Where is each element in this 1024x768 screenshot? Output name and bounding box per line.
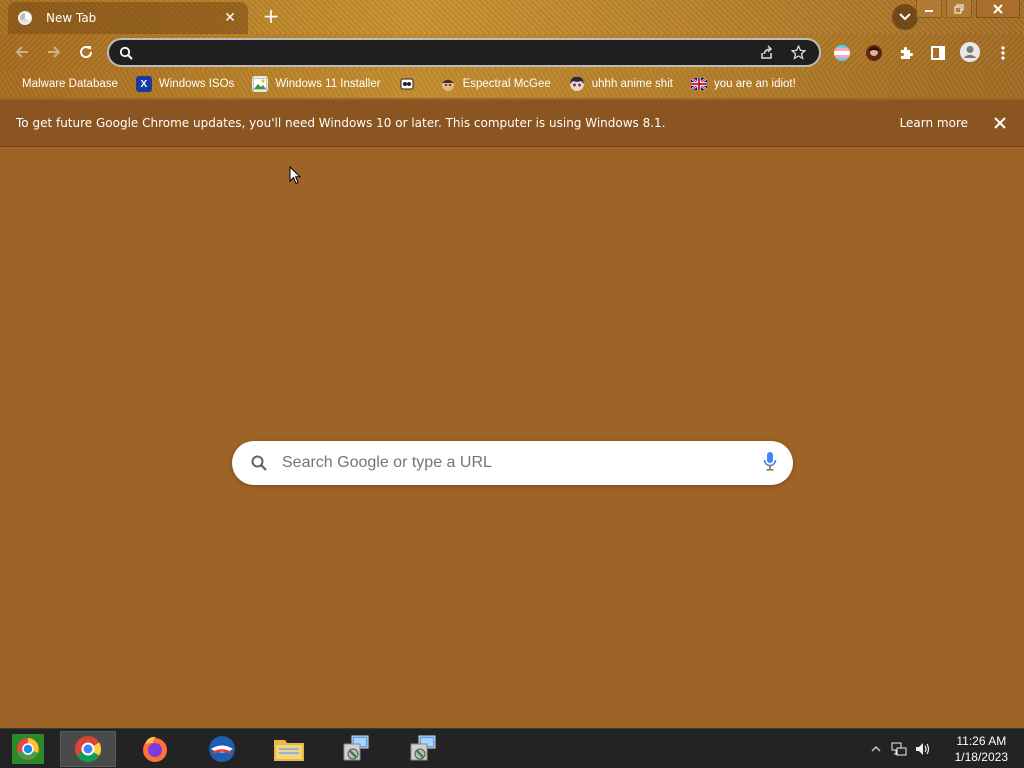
chrome-favicon-icon [18, 11, 32, 25]
speaker-icon [916, 743, 930, 755]
network-icon [891, 742, 907, 756]
bookmark-uhhh-anime-shit[interactable]: uhhh anime shit [563, 72, 679, 96]
taskbar-clock[interactable]: 11:26 AM 1/18/2023 [955, 733, 1008, 765]
bookmark-espectral-mcgee[interactable]: Espectral McGee [434, 72, 557, 96]
close-icon [993, 3, 1003, 14]
reload-button[interactable] [74, 40, 98, 64]
minimize-button[interactable] [916, 0, 942, 18]
omnibox[interactable] [107, 38, 821, 67]
toolbar [0, 34, 1024, 70]
chevron-up-icon [871, 746, 881, 752]
puzzle-extensions-icon[interactable] [895, 42, 917, 64]
x-icon: X [135, 76, 152, 92]
tape-icon [399, 76, 415, 92]
chevron-down-icon [899, 13, 911, 21]
face-icon [440, 76, 456, 92]
reload-icon [80, 46, 93, 59]
voice-search-button[interactable] [763, 451, 777, 475]
arrow-right-icon [48, 46, 61, 58]
restore-icon [954, 4, 964, 13]
bookmark-star-button[interactable] [787, 42, 809, 64]
omnibox-input[interactable] [143, 45, 745, 60]
ntp-search-box[interactable] [232, 441, 793, 485]
arrow-left-icon [15, 46, 28, 58]
installer-icon [410, 735, 436, 761]
bookmark-label: you are an idiot! [713, 78, 796, 90]
forward-button[interactable] [42, 40, 66, 64]
image-icon [252, 76, 269, 92]
tab-new-tab[interactable]: New Tab ✕ [8, 2, 248, 34]
microphone-icon [763, 452, 777, 471]
folder-icon [274, 740, 304, 761]
update-infobar: To get future Google Chrome updates, you… [0, 100, 1024, 147]
tab-title: New Tab [46, 11, 97, 25]
installer-icon [343, 735, 369, 761]
tab-strip: New Tab ✕ + [0, 0, 1024, 34]
taskbar: 11:26 AM 1/18/2023 [0, 728, 1024, 768]
tab-close-icon[interactable]: ✕ [222, 10, 238, 26]
flag-icon [690, 76, 707, 92]
volume-button[interactable] [912, 742, 934, 756]
taskbar-firefox[interactable] [127, 731, 183, 767]
search-icon [251, 455, 267, 471]
taskbar-setup-1[interactable] [328, 731, 384, 767]
bookmark-malware-database[interactable]: Malware Database [16, 72, 124, 96]
new-tab-button[interactable]: + [260, 6, 282, 28]
window-controls [912, 0, 1020, 18]
trans-flag-extension-icon[interactable] [831, 42, 853, 64]
minimize-icon [925, 9, 933, 12]
taskbar-file-explorer[interactable] [261, 731, 317, 767]
bookmark-label: Windows 11 Installer [275, 78, 381, 90]
network-button[interactable] [888, 742, 910, 756]
search-icon [119, 46, 133, 60]
anime-face-icon [569, 76, 585, 92]
learn-more-link[interactable]: Learn more [900, 116, 968, 130]
bookmark-label: Malware Database [22, 78, 118, 90]
side-panel-icon[interactable] [927, 42, 949, 64]
clock-date: 1/18/2023 [954, 750, 1008, 764]
bookmark-windows-11-installer[interactable]: Windows 11 Installer [246, 72, 386, 96]
share-button[interactable] [755, 42, 777, 64]
bookmark-3[interactable] [393, 72, 428, 96]
system-tray [868, 729, 934, 768]
taskbar-chrome[interactable] [60, 731, 116, 767]
mouse-cursor-icon [289, 166, 301, 185]
firefox-icon [143, 736, 167, 762]
share-icon [760, 45, 772, 59]
bookmark-you-are-an-idiot[interactable]: you are an idiot! [685, 72, 802, 96]
close-window-button[interactable] [976, 0, 1020, 18]
infobar-close-button[interactable] [988, 111, 1012, 135]
restore-button[interactable] [946, 0, 972, 18]
avatar-extension-icon[interactable] [863, 42, 885, 64]
show-hidden-icons-button[interactable] [868, 746, 884, 752]
profile-icon[interactable] [958, 40, 982, 64]
taskbar-setup-2[interactable] [395, 731, 451, 767]
opera-icon [209, 736, 235, 762]
clock-time: 11:26 AM [956, 734, 1007, 748]
close-icon [994, 117, 1006, 129]
chrome-icon [75, 736, 102, 763]
bookmarks-bar: Malware Database X Windows ISOs Windows … [0, 70, 1024, 98]
start-orb-icon [12, 734, 44, 764]
bookmark-windows-isos[interactable]: X Windows ISOs [130, 72, 240, 96]
start-button[interactable] [0, 731, 56, 767]
bookmark-label: Windows ISOs [158, 78, 235, 90]
bookmark-label: uhhh anime shit [591, 78, 673, 90]
infobar-message: To get future Google Chrome updates, you… [16, 116, 666, 130]
taskbar-opera[interactable] [194, 731, 250, 767]
star-icon [790, 45, 806, 60]
bookmark-label: Espectral McGee [462, 78, 551, 90]
kebab-menu-icon[interactable] [992, 42, 1014, 64]
ntp-search-input[interactable] [282, 454, 763, 472]
back-button[interactable] [10, 40, 34, 64]
